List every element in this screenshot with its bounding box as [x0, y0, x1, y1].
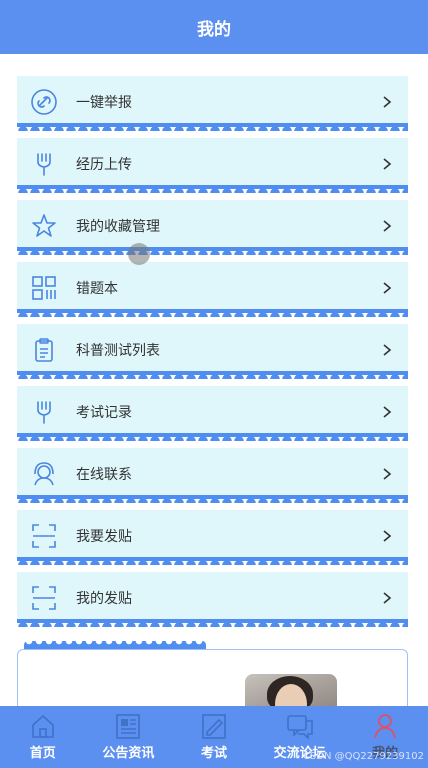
profile-menu: 一键举报 经历上传 我的收藏管理 错题本 科普测试列表 考试记录 在线联系 我要…: [17, 76, 408, 634]
exam-icon: [202, 714, 226, 739]
link-icon: [29, 87, 59, 117]
home-icon: [31, 714, 54, 738]
chevron-right-icon: [383, 157, 392, 170]
scan-icon: [29, 583, 59, 613]
tab-label: 考试: [200, 746, 227, 761]
menu-item-label: 经历上传: [76, 156, 132, 173]
chevron-right-icon: [383, 281, 392, 294]
tab-home[interactable]: 首页: [0, 706, 86, 768]
menu-item-online-contact[interactable]: 在线联系: [17, 448, 408, 503]
chevron-right-icon: [383, 219, 392, 232]
menu-item-science-tests[interactable]: 科普测试列表: [17, 324, 408, 379]
touch-indicator: [128, 243, 150, 265]
chevron-right-icon: [383, 343, 392, 356]
menu-item-label: 科普测试列表: [76, 342, 160, 359]
menu-item-new-post[interactable]: 我要发贴: [17, 510, 408, 565]
chevron-right-icon: [383, 467, 392, 480]
tab-exam[interactable]: 考试: [171, 706, 257, 768]
menu-item-label: 错题本: [76, 280, 118, 297]
menu-item-label: 在线联系: [76, 466, 132, 483]
scan-icon: [29, 521, 59, 551]
menu-item-experience-upload[interactable]: 经历上传: [17, 138, 408, 193]
profile-icon: [374, 714, 397, 739]
menu-item-my-posts[interactable]: 我的发贴: [17, 572, 408, 627]
tool-icon: [29, 397, 59, 427]
tab-label: 首页: [29, 746, 56, 761]
watermark: CSDN @QQ2279239102: [302, 751, 424, 762]
chevron-right-icon: [383, 405, 392, 418]
menu-item-exam-records[interactable]: 考试记录: [17, 386, 408, 441]
menu-item-favorites[interactable]: 我的收藏管理: [17, 200, 408, 255]
chevron-right-icon: [383, 529, 392, 542]
menu-item-label: 我的收藏管理: [76, 218, 160, 235]
chevron-right-icon: [383, 95, 392, 108]
chevron-right-icon: [383, 591, 392, 604]
star-icon: [29, 211, 59, 241]
app-header: 我的: [0, 0, 428, 54]
clipboard-icon: [29, 335, 59, 365]
menu-item-label: 一键举报: [76, 94, 132, 111]
tool-icon: [29, 149, 59, 179]
forum-icon: [286, 715, 313, 740]
menu-item-label: 我的发贴: [76, 590, 132, 607]
page-title: 我的: [197, 19, 231, 40]
tab-label: 公告资讯: [102, 746, 155, 761]
tab-news[interactable]: 公告资讯: [86, 706, 172, 768]
news-icon: [116, 714, 141, 739]
menu-item-label: 考试记录: [76, 404, 132, 421]
menu-item-report[interactable]: 一键举报: [17, 76, 408, 131]
menu-item-wrong-questions[interactable]: 错题本: [17, 262, 408, 317]
grid-icon: [29, 273, 59, 303]
menu-item-label: 我要发贴: [76, 528, 132, 545]
user-headset-icon: [29, 459, 59, 489]
